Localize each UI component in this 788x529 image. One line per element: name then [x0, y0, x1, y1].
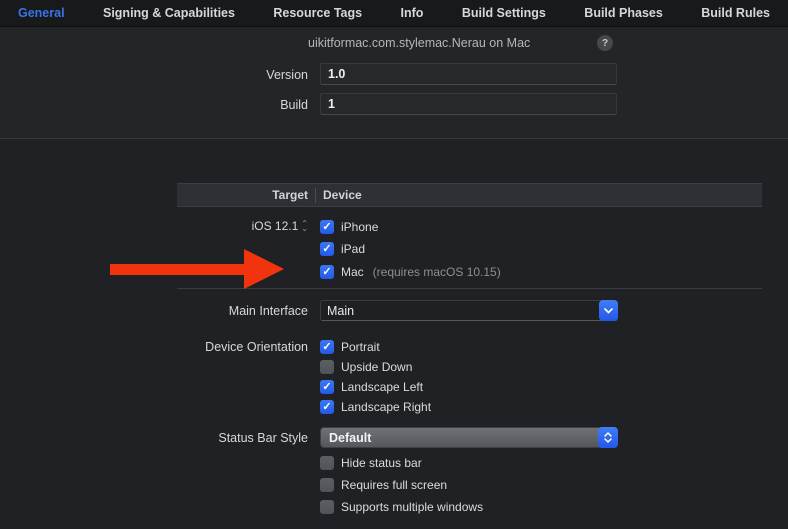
- landscape-left-checkbox[interactable]: [320, 380, 334, 394]
- device-row-iphone: iPhone: [320, 219, 378, 234]
- editor-tab-bar: General Signing & Capabilities Resource …: [0, 0, 788, 27]
- deployment-target-version: iOS 12.1 ⌃⌄: [0, 219, 308, 233]
- tab-signing-capabilities[interactable]: Signing & Capabilities: [103, 6, 235, 20]
- main-interface-label: Main Interface: [0, 304, 308, 318]
- tab-build-settings[interactable]: Build Settings: [462, 6, 546, 20]
- main-interface-combobox[interactable]: Main: [320, 300, 618, 321]
- device-row-ipad: iPad: [320, 241, 365, 256]
- requires-full-screen-checkbox[interactable]: [320, 478, 334, 492]
- mac-label: Mac: [341, 265, 364, 279]
- requires-full-screen-label: Requires full screen: [341, 478, 447, 492]
- status-bar-style-value: Default: [321, 431, 598, 445]
- orientation-row-landscape-left: Landscape Left: [320, 379, 423, 394]
- chevron-down-icon[interactable]: [599, 300, 618, 321]
- tab-general[interactable]: General: [18, 6, 65, 20]
- help-icon[interactable]: ?: [597, 35, 613, 51]
- status-row-requires-full-screen: Requires full screen: [320, 477, 447, 492]
- ipad-label: iPad: [341, 242, 365, 256]
- device-orientation-label: Device Orientation: [0, 340, 308, 354]
- version-label: Version: [0, 68, 308, 82]
- tab-resource-tags[interactable]: Resource Tags: [273, 6, 362, 20]
- build-field[interactable]: 1: [320, 93, 617, 115]
- landscape-left-label: Landscape Left: [341, 380, 423, 394]
- landscape-right-label: Landscape Right: [341, 400, 431, 414]
- iphone-label: iPhone: [341, 220, 378, 234]
- deployment-table-header: Target Device: [177, 183, 762, 207]
- version-stepper-icon[interactable]: ⌃⌄: [301, 221, 308, 231]
- status-row-supports-multiple-windows: Supports multiple windows: [320, 499, 483, 514]
- build-label: Build: [0, 98, 308, 112]
- supports-multiple-windows-label: Supports multiple windows: [341, 500, 483, 514]
- main-interface-value: Main: [321, 304, 599, 318]
- portrait-label: Portrait: [341, 340, 380, 354]
- tab-build-phases[interactable]: Build Phases: [584, 6, 663, 20]
- column-header-target: Target: [177, 188, 308, 202]
- status-bar-style-popup[interactable]: Default: [320, 427, 618, 448]
- iphone-checkbox[interactable]: [320, 220, 334, 234]
- status-bar-style-label: Status Bar Style: [0, 431, 308, 445]
- version-field[interactable]: 1.0: [320, 63, 617, 85]
- orientation-row-landscape-right: Landscape Right: [320, 399, 431, 414]
- landscape-right-checkbox[interactable]: [320, 400, 334, 414]
- hide-status-bar-checkbox[interactable]: [320, 456, 334, 470]
- red-arrow-head: [244, 249, 284, 289]
- column-header-device: Device: [323, 188, 362, 202]
- bundle-identifier-text: uikitformac.com.stylemac.Nerau on Mac: [308, 36, 530, 50]
- column-separator: [315, 188, 316, 203]
- mac-requirement-note: (requires macOS 10.15): [373, 265, 501, 279]
- xcode-target-editor: General Signing & Capabilities Resource …: [0, 0, 788, 529]
- hide-status-bar-label: Hide status bar: [341, 456, 422, 470]
- portrait-checkbox[interactable]: [320, 340, 334, 354]
- orientation-row-portrait: Portrait: [320, 339, 380, 354]
- chevron-up-down-icon[interactable]: [598, 427, 618, 448]
- status-row-hide-status-bar: Hide status bar: [320, 455, 422, 470]
- section-divider: [0, 138, 788, 139]
- red-arrow-annotation: [110, 264, 246, 275]
- ipad-checkbox[interactable]: [320, 242, 334, 256]
- orientation-row-upside-down: Upside Down: [320, 359, 412, 374]
- upside-down-label: Upside Down: [341, 360, 412, 374]
- tab-build-rules[interactable]: Build Rules: [701, 6, 770, 20]
- mac-checkbox[interactable]: [320, 265, 334, 279]
- supports-multiple-windows-checkbox[interactable]: [320, 500, 334, 514]
- target-version-text: iOS 12.1: [252, 219, 299, 233]
- device-row-mac: Mac (requires macOS 10.15): [320, 264, 501, 279]
- tab-info[interactable]: Info: [401, 6, 424, 20]
- upside-down-checkbox[interactable]: [320, 360, 334, 374]
